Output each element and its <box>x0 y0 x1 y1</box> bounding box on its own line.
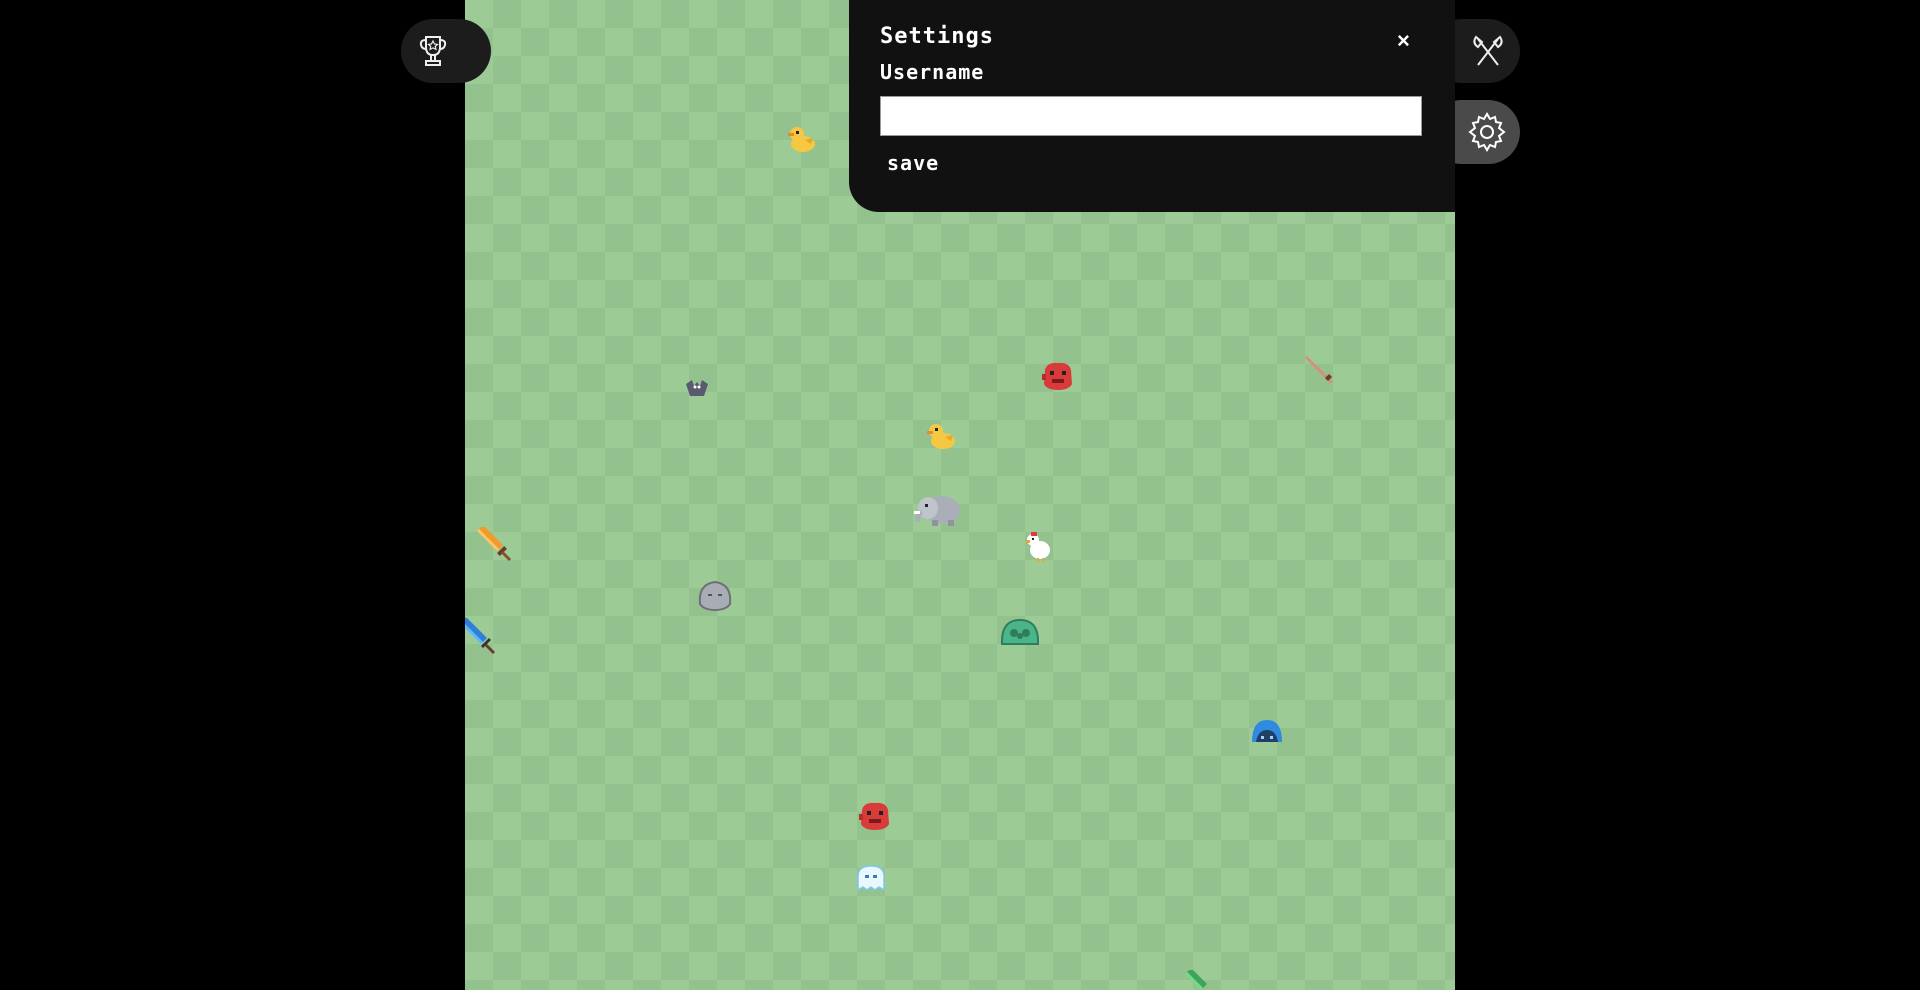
gear-icon <box>1468 112 1506 152</box>
rock-creature-sprite[interactable] <box>696 578 734 612</box>
bat-sprite[interactable] <box>684 374 710 400</box>
crossed-axes-icon <box>1473 35 1503 66</box>
duck-sprite[interactable] <box>785 122 819 156</box>
blue-sword-sprite[interactable] <box>465 618 499 656</box>
username-label: Username <box>880 60 985 84</box>
orange-sword-sprite[interactable] <box>477 527 513 563</box>
green-sword-sprite[interactable] <box>1185 970 1215 990</box>
trophy-icon <box>419 36 447 66</box>
close-button[interactable]: × <box>1397 30 1410 52</box>
save-button[interactable]: save <box>887 151 939 175</box>
wooden-sword-sprite[interactable] <box>1303 352 1337 386</box>
red-blob-sprite[interactable] <box>1041 360 1075 392</box>
settings-panel: Settings × Username save <box>849 0 1455 212</box>
green-slime-sprite[interactable] <box>999 616 1041 646</box>
blue-slime-sprite[interactable] <box>1250 718 1284 744</box>
leaderboard-button[interactable] <box>401 19 491 83</box>
ghost-sprite[interactable] <box>855 864 887 892</box>
red-blob-sprite[interactable] <box>858 800 892 832</box>
settings-title: Settings <box>880 24 994 49</box>
username-input[interactable] <box>880 96 1422 136</box>
elephant-sprite[interactable] <box>912 492 962 528</box>
duck-sprite[interactable] <box>924 420 958 452</box>
chicken-sprite[interactable] <box>1023 530 1053 562</box>
